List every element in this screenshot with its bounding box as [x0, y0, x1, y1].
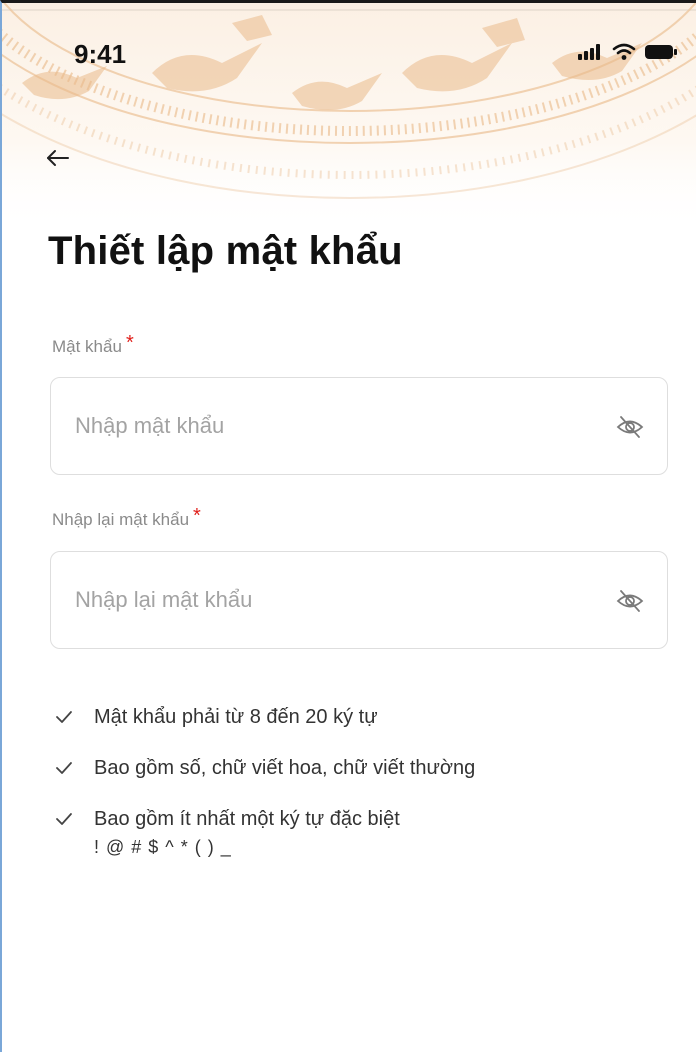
password-input[interactable]: [75, 378, 595, 474]
arrow-left-icon: [47, 150, 69, 166]
confirm-password-label: Nhập lại mật khẩu *: [52, 505, 201, 531]
battery-icon: [645, 45, 677, 59]
confirm-password-label-text: Nhập lại mật khẩu: [52, 510, 190, 529]
password-field: [50, 377, 668, 475]
back-button[interactable]: [42, 143, 72, 173]
status-icons: [578, 43, 678, 61]
rule-item: Bao gồm ít nhất một ký tự đặc biệt ! @ #…: [54, 805, 654, 861]
confirm-password-visibility-toggle[interactable]: [615, 586, 645, 616]
signal-icon: [578, 44, 600, 60]
status-time: 9:41: [74, 39, 127, 69]
rule-text: Bao gồm số, chữ viết hoa, chữ viết thườn…: [94, 757, 476, 779]
confirm-password-field: [50, 551, 668, 649]
eye-off-icon: [616, 590, 644, 612]
rule-text: Mật khẩu phải từ 8 đến 20 ký tự: [94, 706, 378, 728]
password-label: Mật khẩu *: [52, 332, 134, 358]
password-rules-list: Mật khẩu phải từ 8 đến 20 ký tự Bao gồm …: [54, 703, 654, 884]
eye-off-icon: [616, 416, 644, 438]
check-icon: [56, 762, 72, 774]
special-characters-list: ! @ # $ ^ * ( ) _: [94, 837, 232, 857]
page-title: Thiết lập mật khẩu: [48, 229, 403, 273]
status-bar: 9:41: [2, 3, 696, 93]
password-visibility-toggle[interactable]: [615, 412, 645, 442]
app-screen: 9:41 Thiết lập mật khẩu Mật khẩu * Nhập …: [0, 0, 696, 1052]
confirm-password-input[interactable]: [75, 552, 595, 648]
required-mark: *: [193, 505, 201, 527]
wifi-icon: [612, 43, 636, 60]
rule-item: Bao gồm số, chữ viết hoa, chữ viết thườn…: [54, 754, 654, 782]
required-mark: *: [125, 332, 134, 354]
rule-item: Mật khẩu phải từ 8 đến 20 ký tự: [54, 703, 654, 731]
password-label-text: Mật khẩu: [52, 337, 122, 356]
check-icon: [56, 813, 72, 825]
check-icon: [56, 711, 72, 723]
rule-text: Bao gồm ít nhất một ký tự đặc biệt: [94, 808, 400, 830]
